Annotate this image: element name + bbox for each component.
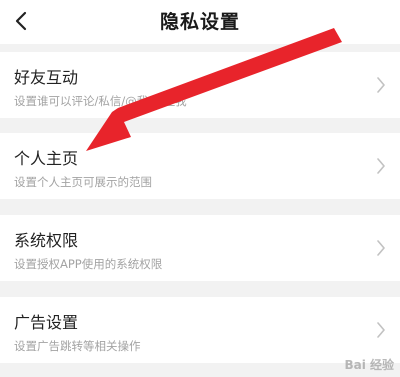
settings-item-subtitle: 设置广告跳转等相关操作: [14, 339, 141, 353]
settings-item-title: 好友互动: [14, 68, 79, 87]
settings-item-subtitle: 设置谁可以评论/私信/@我/关注我: [14, 94, 187, 108]
settings-item-ad-settings[interactable]: 广告设置 设置广告跳转等相关操作: [0, 297, 400, 363]
chevron-right-icon: [377, 322, 385, 338]
settings-item-personal-homepage[interactable]: 个人主页 设置个人主页可展示的范围: [0, 133, 400, 199]
settings-item-subtitle: 设置个人主页可展示的范围: [14, 175, 152, 189]
settings-item-title: 系统权限: [14, 231, 79, 250]
settings-item-subtitle: 设置授权APP使用的系统权限: [14, 257, 163, 271]
navigation-bar: 隐私设置: [0, 0, 400, 44]
settings-item-friend-interaction[interactable]: 好友互动 设置谁可以评论/私信/@我/关注我: [0, 52, 400, 118]
watermark: Bai 经验: [344, 358, 394, 372]
chevron-right-icon: [377, 158, 385, 174]
page-title: 隐私设置: [159, 11, 240, 33]
settings-item-title: 个人主页: [14, 149, 79, 168]
settings-item-system-permissions[interactable]: 系统权限 设置授权APP使用的系统权限: [0, 215, 400, 281]
chevron-right-icon: [377, 240, 385, 256]
settings-item-title: 广告设置: [14, 313, 79, 332]
chevron-right-icon: [377, 77, 385, 93]
privacy-settings-screen: 隐私设置 好友互动 设置谁可以评论/私信/@我/关注我 个人主页 设置个人主页可…: [0, 0, 400, 377]
